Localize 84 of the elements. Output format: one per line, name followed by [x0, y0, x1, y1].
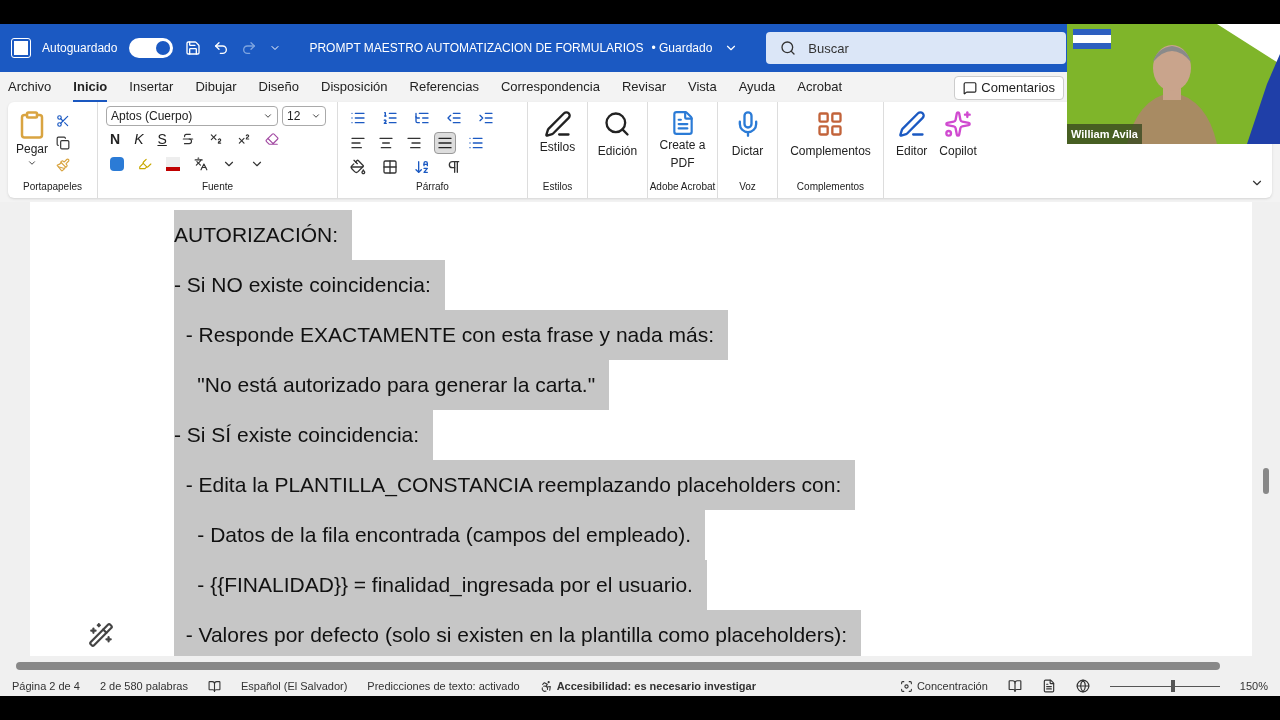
group-label: Portapapeles — [22, 180, 83, 194]
menu-tab[interactable]: Ayuda — [738, 76, 776, 102]
clear-format-icon[interactable] — [264, 132, 279, 146]
pilcrow-icon[interactable] — [446, 159, 462, 176]
strikethrough-icon[interactable] — [180, 132, 195, 146]
search-icon — [780, 40, 797, 56]
menu-tab[interactable]: Referencias — [409, 76, 479, 102]
search-field[interactable]: Buscar — [766, 32, 1067, 64]
print-layout-icon[interactable] — [1041, 679, 1056, 693]
save-status[interactable]: • Guardado — [651, 39, 713, 57]
font-name-field[interactable]: Aptos (Cuerpo) — [106, 106, 278, 126]
zoom-thumb[interactable] — [1171, 680, 1176, 692]
word-icon[interactable] — [12, 39, 30, 57]
addins-button[interactable]: Complementos — [790, 110, 871, 160]
borders-icon[interactable] — [382, 159, 398, 176]
pen-icon — [897, 110, 926, 138]
group-label: Complementos — [796, 180, 865, 194]
group-label: Adobe Acrobat — [649, 180, 716, 194]
italic-button[interactable]: K — [134, 128, 144, 150]
menu-tab[interactable]: Archivo — [8, 76, 52, 102]
group-label: Estilos — [542, 180, 573, 194]
menu-tab[interactable]: Vista — [688, 76, 717, 102]
predictions-label[interactable]: Predicciones de texto: activado — [367, 677, 520, 695]
horizontal-scrollbar[interactable] — [16, 662, 1220, 670]
editing-button[interactable]: Edición — [597, 110, 638, 160]
focus-icon — [899, 679, 913, 693]
font-color-icon[interactable] — [166, 157, 180, 171]
styles-button[interactable]: Estilos — [539, 110, 576, 156]
menu-tab[interactable]: Insertar — [129, 76, 174, 102]
undo-icon[interactable] — [213, 40, 230, 56]
autosave-toggle[interactable] — [129, 38, 174, 58]
comment-icon — [963, 81, 978, 95]
language-label[interactable]: Español (El Salvador) — [240, 677, 348, 695]
accessibility-label[interactable]: Accesibilidad: es necesario investigar — [539, 677, 756, 695]
editor-button[interactable]: Editor — [896, 110, 928, 160]
group-label: Fuente — [200, 180, 235, 194]
styles-icon — [543, 110, 572, 138]
participant-name: William Avila — [1067, 123, 1142, 144]
proofing-icon[interactable] — [207, 679, 221, 693]
superscript-icon[interactable] — [236, 132, 251, 146]
group-label: Párrafo — [415, 180, 450, 194]
bold-button[interactable]: N — [110, 128, 121, 150]
shading-icon[interactable] — [350, 159, 366, 176]
sort-icon[interactable] — [414, 159, 430, 176]
comments-button[interactable]: Comentarios — [954, 76, 1064, 100]
caret-icon — [27, 158, 37, 168]
group-label: Voz — [739, 180, 756, 194]
text-effects-icon[interactable] — [110, 157, 124, 171]
dictate-button[interactable]: Dictar — [731, 110, 764, 160]
numbering-icon[interactable] — [382, 109, 398, 126]
justify-button[interactable] — [434, 131, 456, 154]
search-icon — [603, 110, 632, 138]
magic-pen-icon[interactable] — [88, 622, 114, 648]
sparkle-icon — [944, 110, 973, 138]
save-icon[interactable] — [185, 40, 202, 56]
menu-tab[interactable]: Disposición — [321, 76, 388, 102]
grid-icon — [816, 110, 845, 138]
font-size-field[interactable]: 12 — [282, 106, 326, 126]
cut-icon[interactable] — [56, 114, 71, 128]
caret-icon — [263, 111, 273, 121]
copilot-button[interactable]: Copilot — [939, 110, 977, 160]
scroll-thumb[interactable] — [1263, 468, 1269, 494]
subscript-icon[interactable] — [208, 132, 223, 146]
menu-tab[interactable]: Dibujar — [195, 76, 237, 102]
paste-button[interactable]: Pegar — [16, 110, 49, 168]
zoom-level[interactable]: 150% — [1239, 677, 1268, 695]
read-mode-icon[interactable] — [1007, 679, 1022, 693]
web-layout-icon[interactable] — [1075, 679, 1090, 693]
zoom-slider[interactable] — [1109, 680, 1220, 692]
menu-tab[interactable]: Acrobat — [797, 76, 843, 102]
menu-tab[interactable]: Correspondencia — [500, 76, 600, 102]
menu-tab[interactable]: Revisar — [621, 76, 666, 102]
redo-icon[interactable] — [241, 40, 258, 56]
menu-tab[interactable]: Diseño — [258, 76, 300, 102]
caret-icon — [311, 111, 321, 121]
autosave-label: Autoguardado — [42, 40, 118, 57]
copy-icon[interactable] — [56, 136, 71, 150]
accessibility-icon — [539, 679, 553, 693]
document-title: PROMPT MAESTRO AUTOMATIZACION DE FORMULARIOS — [309, 40, 644, 57]
page-count[interactable]: Página 2 de 4 — [12, 677, 80, 695]
create-pdf-button[interactable]: Create a PDF — [657, 110, 708, 172]
underline-button[interactable]: S — [157, 128, 167, 150]
focus-button[interactable]: Concentración — [899, 677, 988, 695]
word-count[interactable]: 2 de 580 palabras — [99, 677, 188, 695]
